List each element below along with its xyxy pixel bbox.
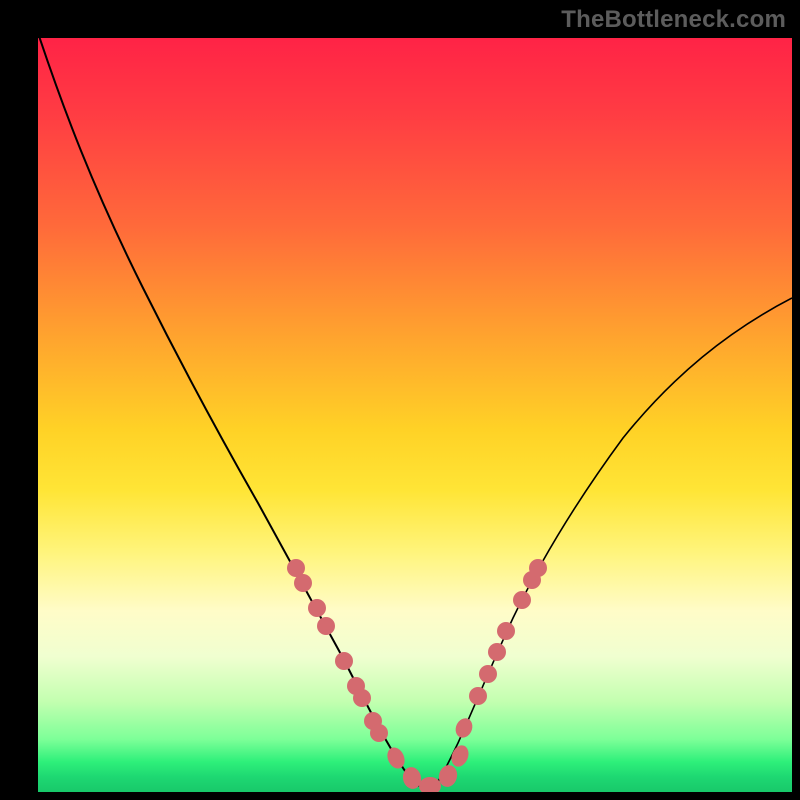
plot-area	[38, 38, 792, 792]
watermark-text: TheBottleneck.com	[561, 6, 786, 34]
chart-frame: TheBottleneck.com	[0, 0, 800, 800]
right-curve	[430, 298, 792, 790]
left-curve	[38, 38, 430, 790]
markers-right	[469, 559, 547, 705]
markers-trough	[384, 716, 475, 792]
chart-svg	[38, 38, 792, 792]
markers-left	[287, 559, 388, 742]
